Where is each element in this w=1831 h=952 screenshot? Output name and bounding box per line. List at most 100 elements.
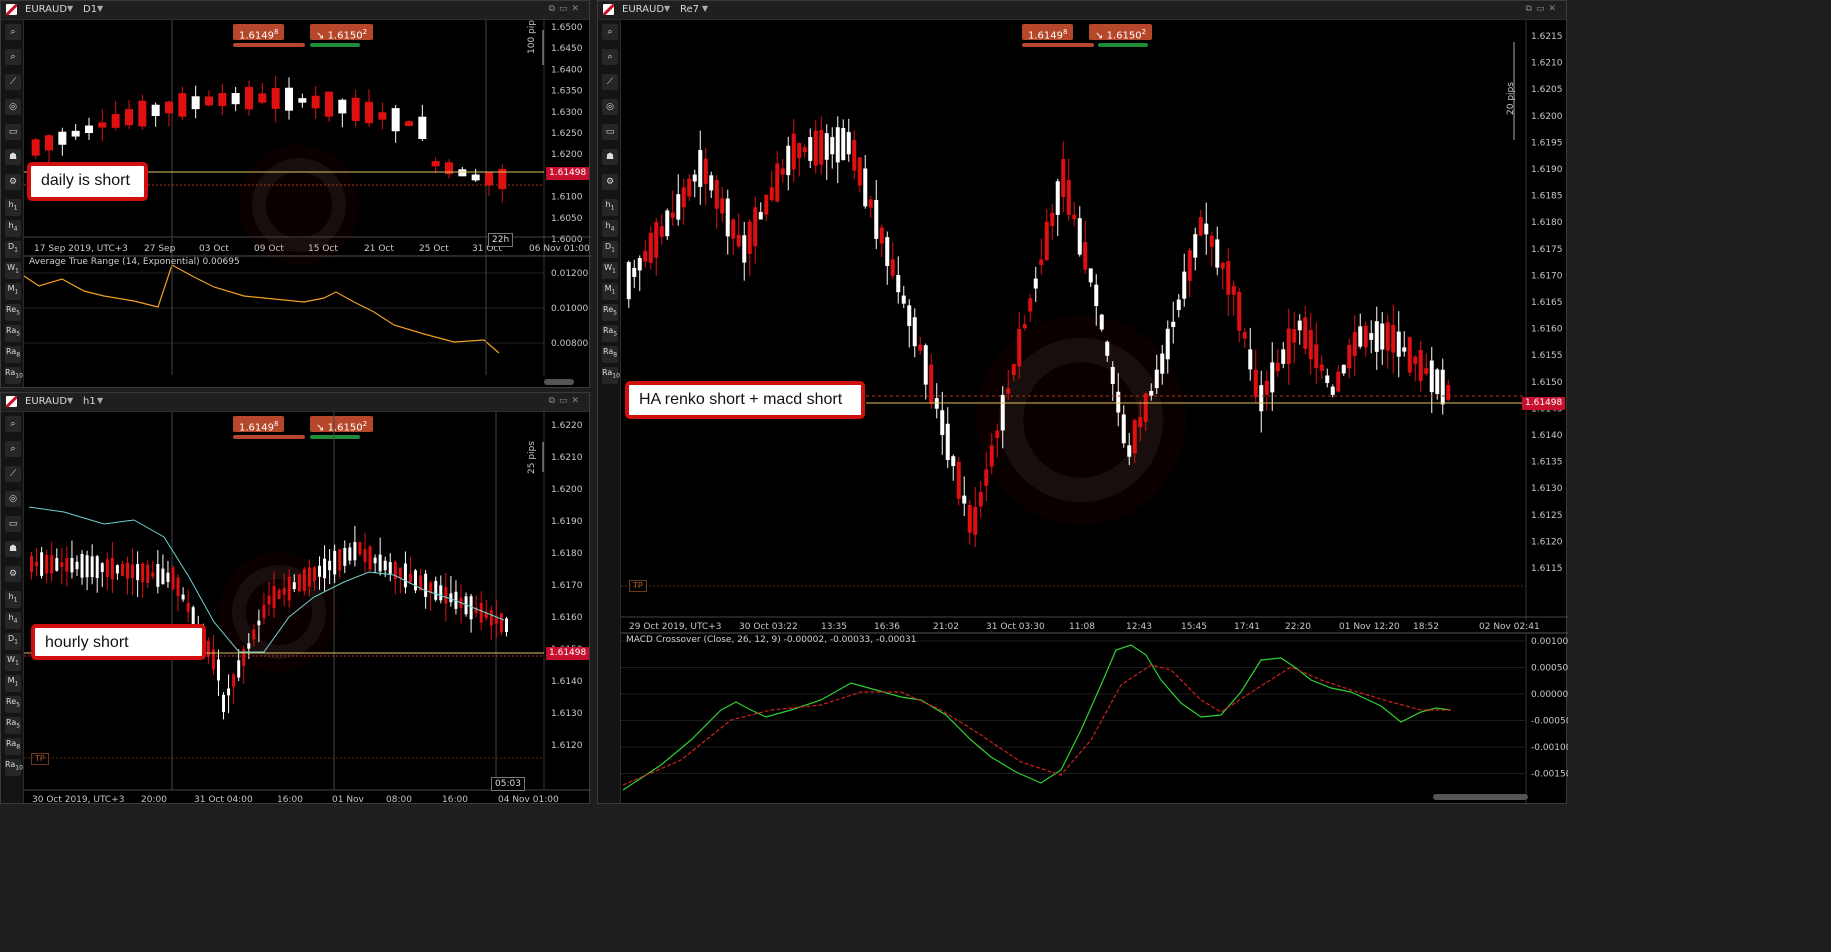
candle-body	[1022, 324, 1027, 329]
window-controls[interactable]: ⧉▭✕	[1526, 4, 1560, 14]
candle-body	[285, 87, 293, 111]
candle-body	[338, 99, 347, 114]
social-icon[interactable]: ◎	[5, 491, 21, 507]
chevron-down-icon[interactable]: ▼	[67, 4, 73, 13]
draw-icon[interactable]: ⟋	[602, 74, 618, 90]
zoom-icon[interactable]: ⌕	[5, 49, 21, 65]
chevron-down-icon[interactable]: ▼	[664, 4, 670, 13]
hourly-candle-chart[interactable]: 1.6220 1.6210 1.6200 1.6190 1.6180 1.6170 1.61…	[24, 412, 591, 805]
timeframe-button-w1[interactable]: W1	[5, 654, 21, 671]
timeframe-button-re5[interactable]: Re5	[602, 304, 618, 321]
candle-body	[328, 560, 332, 571]
take-profit-marker[interactable]: TP	[31, 753, 49, 765]
window-controls[interactable]: ⧉▭✕	[549, 4, 583, 14]
timeframe-button-re5[interactable]: Re5	[5, 304, 21, 321]
chart-panel-hourly[interactable]: EURAUD ▼ h1 ▼ ⧉▭✕ ⌕ ⌕ ⟋ ◎ ▭ ☗ ⚙ h1 h4 D1 W1 M1 Re5 Ra…	[0, 392, 591, 805]
timeframe-button-ra5[interactable]: Ra5	[5, 325, 21, 342]
symbol-selector[interactable]: EURAUD	[25, 4, 67, 15]
search-icon[interactable]: ⌕	[5, 416, 21, 432]
daily-candle-chart[interactable]: 1.6500 1.6450 1.6400 1.6350 1.6300 1.6250 1.62…	[24, 20, 591, 389]
trader-icon[interactable]: ☗	[5, 149, 21, 165]
timeframe-button-w1[interactable]: W1	[5, 262, 21, 279]
timeframe-button-d1[interactable]: D1	[5, 241, 21, 258]
price-tick: 1.6100	[551, 193, 583, 203]
candle-body	[1391, 325, 1396, 353]
zoom-icon[interactable]: ⌕	[602, 49, 618, 65]
candle-body	[1231, 285, 1236, 295]
timeframe-button-ra10[interactable]: Ra10	[5, 759, 23, 776]
candle-body	[126, 562, 130, 579]
draw-icon[interactable]: ⟋	[5, 74, 21, 90]
timeframe-button-m1[interactable]: M1	[5, 675, 21, 692]
take-profit-marker[interactable]: TP	[629, 580, 647, 592]
time-tick: 15 Oct	[308, 244, 338, 254]
timeframe-selector[interactable]: D1	[83, 4, 97, 15]
timeframe-button-h1[interactable]: h1	[5, 591, 21, 608]
timeframe-button-h1[interactable]: h1	[5, 199, 21, 216]
time-tick: 25 Oct	[419, 244, 449, 254]
timeframe-button-m1[interactable]: M1	[5, 283, 21, 300]
zoom-icon[interactable]: ⌕	[5, 441, 21, 457]
candle-body	[100, 563, 104, 572]
timeframe-button-ra8[interactable]: Ra8	[5, 738, 21, 755]
candle-body	[1358, 326, 1363, 347]
timeframe-button-ra5[interactable]: Ra5	[5, 717, 21, 734]
layout-icon[interactable]: ▭	[5, 516, 21, 532]
chart-panel-daily[interactable]: EURAUD ▼ D1 ▼ ⧉▭✕ ⌕ ⌕ ⟋ ◎ ▭ ☗ ⚙ h1 h4 D1 W1 M1 Re5 Ra…	[0, 0, 591, 389]
panel-titlebar[interactable]: EURAUD ▼ h1 ▼ ⧉▭✕	[1, 393, 589, 412]
candle-body	[191, 96, 200, 110]
candle-body	[237, 660, 241, 678]
social-icon[interactable]: ◎	[602, 99, 618, 115]
window-controls[interactable]: ⧉▭✕	[549, 396, 583, 406]
trader-icon[interactable]: ☗	[602, 149, 618, 165]
draw-icon[interactable]: ⟋	[5, 466, 21, 482]
panel-titlebar[interactable]: EURAUD ▼ Re7 ▼ ⧉▭✕	[598, 1, 1566, 20]
timeframe-button-m1[interactable]: M1	[602, 283, 618, 300]
search-icon[interactable]: ⌕	[602, 24, 618, 40]
timeframe-button-ra8[interactable]: Ra8	[602, 346, 618, 363]
candle-body	[736, 234, 741, 247]
timeframe-button-d1[interactable]: D1	[602, 241, 618, 258]
panel-titlebar[interactable]: EURAUD ▼ D1 ▼ ⧉▭✕	[1, 1, 589, 20]
chevron-down-icon[interactable]: ▼	[702, 4, 708, 13]
search-icon[interactable]: ⌕	[5, 24, 21, 40]
timeframe-button-d1[interactable]: D1	[5, 633, 21, 650]
candle-body	[70, 558, 74, 573]
candle-body	[388, 562, 392, 574]
timeframe-button-w1[interactable]: W1	[602, 262, 618, 279]
candle-body	[136, 564, 140, 581]
settings-icon[interactable]: ⚙	[5, 566, 21, 582]
timeframe-selector[interactable]: Re7	[680, 4, 699, 15]
chevron-down-icon[interactable]: ▼	[97, 396, 103, 405]
symbol-selector[interactable]: EURAUD	[622, 4, 664, 15]
layout-icon[interactable]: ▭	[602, 124, 618, 140]
candle-body	[40, 552, 44, 576]
candle-body	[206, 640, 210, 657]
timeframe-button-h4[interactable]: h4	[602, 220, 618, 237]
timeframe-button-h1[interactable]: h1	[602, 199, 618, 216]
candle-body	[1072, 214, 1077, 220]
timeframe-button-h4[interactable]: h4	[5, 612, 21, 629]
timeframe-button-re5[interactable]: Re5	[5, 696, 21, 713]
timeframe-button-ra10[interactable]: Ra10	[602, 367, 620, 384]
layout-icon[interactable]: ▭	[5, 124, 21, 140]
pips-label: 100 pips	[527, 20, 537, 54]
chevron-down-icon[interactable]: ▼	[67, 396, 73, 405]
social-icon[interactable]: ◎	[5, 99, 21, 115]
timeframe-button-h4[interactable]: h4	[5, 220, 21, 237]
horizontal-scrollbar[interactable]	[544, 379, 574, 385]
chart-panel-renko[interactable]: EURAUD ▼ Re7 ▼ ⧉▭✕ ⌕ ⌕ ⟋ ◎ ▭ ☗ ⚙ h1 h4 D1 W1 M1 Re5 R…	[597, 0, 1568, 805]
timeframe-button-ra10[interactable]: Ra10	[5, 367, 23, 384]
candle-body	[764, 194, 769, 215]
horizontal-scrollbar[interactable]	[1433, 794, 1528, 800]
indicator-tick: 0.00800	[551, 339, 588, 349]
timeframe-button-ra8[interactable]: Ra8	[5, 346, 21, 363]
symbol-selector[interactable]: EURAUD	[25, 396, 67, 407]
price-tick: 1.6200	[1531, 112, 1563, 122]
settings-icon[interactable]: ⚙	[602, 174, 618, 190]
settings-icon[interactable]: ⚙	[5, 174, 21, 190]
timeframe-button-ra5[interactable]: Ra5	[602, 325, 618, 342]
chevron-down-icon[interactable]: ▼	[97, 4, 103, 13]
timeframe-selector[interactable]: h1	[83, 396, 96, 407]
trader-icon[interactable]: ☗	[5, 541, 21, 557]
